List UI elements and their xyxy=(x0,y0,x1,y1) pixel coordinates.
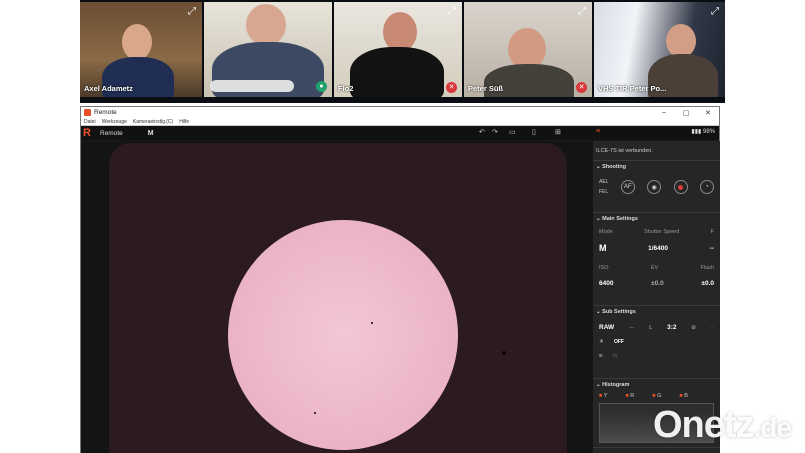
shutter-value[interactable]: 1/6400 xyxy=(648,245,668,252)
layout-icon[interactable]: ▯ xyxy=(532,128,536,136)
app-logo-icon: R xyxy=(83,126,91,139)
channel-g[interactable]: G xyxy=(652,393,661,399)
record-button[interactable] xyxy=(673,180,688,194)
drive-mode-icon[interactable]: ⊘ xyxy=(691,325,696,331)
menu-help[interactable]: Hilfe xyxy=(179,119,189,125)
expand-icon[interactable]: ⤢ xyxy=(576,6,588,18)
mode-label: Mode xyxy=(599,229,613,235)
expand-icon[interactable]: ⤢ xyxy=(186,6,198,18)
dro-value[interactable]: OFF xyxy=(614,339,624,345)
participant-name: VHS TIR Peter Po... xyxy=(598,84,667,93)
channel-b[interactable]: B xyxy=(679,393,688,399)
file-format[interactable]: RAW xyxy=(599,324,614,331)
flash-value[interactable]: ±0.0 xyxy=(701,280,714,287)
person-body xyxy=(350,47,444,97)
live-view[interactable] xyxy=(81,141,593,453)
window-title: Remote xyxy=(94,109,117,116)
section-title[interactable]: Histogram xyxy=(593,379,720,391)
image-size[interactable]: L xyxy=(649,325,652,331)
person-head xyxy=(383,12,417,52)
toolbar-label: Remote xyxy=(100,129,123,137)
movie-icon[interactable]: ▭ xyxy=(612,353,617,359)
rotate-right-icon[interactable]: ↷ xyxy=(492,128,498,136)
ael-label: AEL xyxy=(599,179,609,185)
iso-label: ISO xyxy=(599,265,609,271)
mode-logo-icon: M xyxy=(147,129,154,137)
iso-value[interactable]: 6400 xyxy=(599,280,613,287)
mic-muted-icon: ✕ xyxy=(446,82,457,93)
f-label: F xyxy=(710,229,714,235)
close-icon[interactable]: ✕ xyxy=(697,109,719,117)
menu-file[interactable]: Datei xyxy=(84,119,96,125)
mic-muted-icon: ✕ xyxy=(576,82,587,93)
participant-tile[interactable]: ⤢ Axel Adametz xyxy=(80,2,202,97)
channel-r[interactable]: R xyxy=(625,393,634,399)
shutter-button[interactable]: ◉ xyxy=(647,180,662,194)
ev-value[interactable]: ±0.0 xyxy=(651,280,664,287)
dust-spot xyxy=(502,351,506,355)
toolbar: R Remote M ↶ ↷ ▭ ▯ ⊞ ≡ ▮▮▮ 98% xyxy=(81,126,719,140)
section-title[interactable]: Sub Settings xyxy=(593,306,720,318)
participant-name: Axel Adametz xyxy=(84,84,133,93)
aspect-ratio[interactable]: 3:2 xyxy=(667,324,676,331)
participant-tile[interactable]: ⤢ Peter Süß ✕ xyxy=(464,2,592,97)
connection-status: ILCE-7S ist verbunden. xyxy=(593,141,720,161)
watermark-logo: Onetz.de xyxy=(652,404,792,447)
participant-tile[interactable]: ⤢ VHS TIR Peter Po... xyxy=(594,2,725,97)
shooting-section: Shooting AEL FEL AF ◉ ◔ xyxy=(593,161,720,213)
sunspot xyxy=(314,412,316,414)
white-balance-icon[interactable]: ☀ xyxy=(599,339,604,345)
expand-icon[interactable]: ⤢ xyxy=(446,6,458,18)
shutter-label: Shutter Speed xyxy=(644,229,680,235)
mode-value[interactable]: M xyxy=(599,243,607,253)
sun-disc xyxy=(228,220,458,450)
remote-app-window: Remote – ▢ ✕ Datei Werkzeuge Kameraeinst… xyxy=(80,106,720,453)
battery-level: 98% xyxy=(702,129,715,135)
maximize-icon[interactable]: ▢ xyxy=(675,109,697,117)
name-redaction xyxy=(210,80,294,92)
participant-tile[interactable]: ● xyxy=(204,2,332,97)
quality-value[interactable]: --- xyxy=(629,325,635,331)
watermark-suffix: .de xyxy=(753,412,792,443)
grid-icon[interactable]: ⊞ xyxy=(555,128,561,136)
sunspot xyxy=(371,322,373,324)
channel-y[interactable]: Y xyxy=(599,393,608,399)
person-head xyxy=(246,4,286,46)
participant-name: Peter Süß xyxy=(468,84,504,93)
video-conference-strip: ⤢ Axel Adametz ● ⤢ Flo2 ✕ ⤢ Peter Süß ✕ … xyxy=(80,0,725,103)
minimize-icon[interactable]: – xyxy=(653,109,675,117)
interval-button[interactable]: ◔ xyxy=(699,180,714,194)
participant-tile[interactable]: ⤢ Flo2 ✕ xyxy=(334,2,462,97)
sub-settings-section: Sub Settings RAW --- L 3:2 ⊘ ◌ ☀ OFF ◙ ▭ xyxy=(593,306,720,379)
af-button[interactable]: AF xyxy=(620,180,635,194)
section-title[interactable]: Shooting xyxy=(593,161,720,173)
app-icon xyxy=(84,109,91,116)
menu-tools[interactable]: Werkzeuge xyxy=(102,119,127,125)
focus-icon[interactable]: ◌ xyxy=(711,325,714,331)
watermark-main: Onetz xyxy=(652,404,755,446)
participant-name: Flo2 xyxy=(338,84,354,93)
f-value[interactable]: -- xyxy=(710,245,714,252)
fel-label: FEL xyxy=(599,189,609,195)
speaking-icon: ● xyxy=(316,81,327,92)
menu-bar: Datei Werkzeuge Kameraeinstlg.(C) Hilfe xyxy=(81,118,719,126)
expand-icon[interactable]: ⤢ xyxy=(709,6,721,18)
section-title[interactable]: Main Settings xyxy=(593,213,720,225)
flash-label: Flash xyxy=(700,265,714,271)
ev-label: EV xyxy=(650,265,659,271)
camera-icon[interactable]: ◙ xyxy=(599,353,602,359)
menu-camera-settings[interactable]: Kameraeinstlg.(C) xyxy=(133,119,173,125)
main-settings-section: Main Settings Mode Shutter Speed F M 1/6… xyxy=(593,213,720,306)
person-head xyxy=(666,24,696,58)
rotate-left-icon[interactable]: ↶ xyxy=(479,128,485,136)
display-icon[interactable]: ▭ xyxy=(509,128,516,136)
title-bar: Remote – ▢ ✕ xyxy=(81,107,719,118)
battery-indicator: ▮▮▮ 98% xyxy=(691,129,715,135)
overlay-icon[interactable]: ≡ xyxy=(596,128,600,135)
person-head xyxy=(122,24,152,60)
